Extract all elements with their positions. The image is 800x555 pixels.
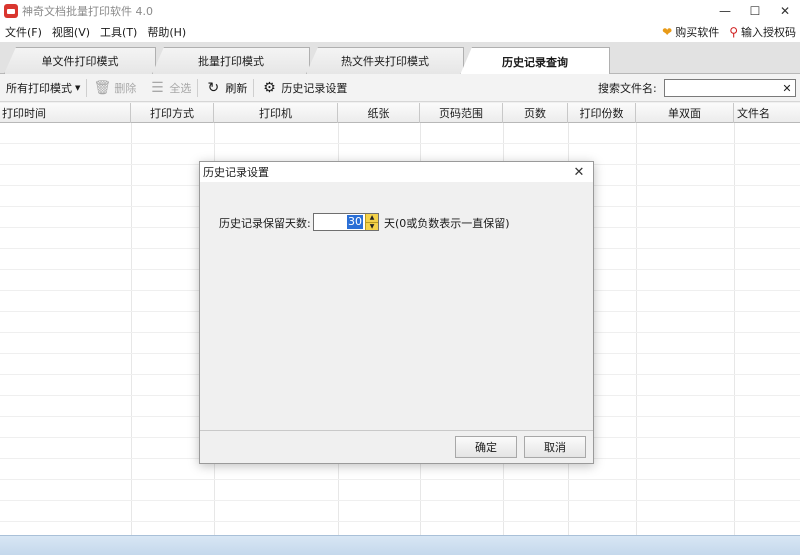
- menu-tools[interactable]: 工具(T): [95, 24, 142, 40]
- dialog-title-bar: 历史记录设置 ✕: [200, 162, 593, 182]
- gear-icon: ⚙: [263, 79, 276, 96]
- spinner-up-button[interactable]: ▲: [366, 214, 378, 223]
- tab-single-file[interactable]: 单文件打印模式: [4, 47, 156, 74]
- column-header-duplex[interactable]: 单双面: [636, 103, 734, 123]
- column-header-label: 打印份数: [579, 107, 624, 120]
- column-header-label: 页码范围: [439, 107, 483, 120]
- column-header-label: 页数: [524, 107, 546, 120]
- delete-label: 删除: [114, 81, 137, 95]
- history-settings-button[interactable]: ⚙ 历史记录设置: [254, 77, 353, 99]
- buy-software-link[interactable]: ❤ 购买软件: [662, 24, 719, 40]
- history-settings-label: 历史记录设置: [281, 81, 348, 95]
- checklist-icon: ☰: [151, 79, 164, 96]
- refresh-button[interactable]: ↻ 刷新: [198, 77, 253, 99]
- select-all-button[interactable]: ☰ 全选: [142, 77, 197, 99]
- close-window-button[interactable]: ✕: [770, 0, 800, 22]
- search-label: 搜索文件名:: [598, 82, 657, 95]
- mode-filter-dropdown[interactable]: 所有打印模式 ▼: [0, 77, 86, 99]
- grid-row-line: [0, 500, 800, 501]
- delete-file-icon: 🗑: [93, 79, 112, 96]
- heart-icon: ❤: [662, 25, 673, 39]
- chevron-down-icon: ▼: [369, 222, 375, 230]
- chevron-up-icon: ▲: [369, 214, 375, 222]
- tab-history[interactable]: 历史记录查询: [460, 47, 610, 75]
- close-icon: ✕: [573, 164, 585, 180]
- mode-tab-bar: 单文件打印模式 批量打印模式 热文件夹打印模式 历史记录查询: [0, 42, 800, 75]
- dialog-title: 历史记录设置: [203, 166, 269, 179]
- menu-file[interactable]: 文件(F): [0, 24, 47, 40]
- clear-search-button[interactable]: ✕: [780, 80, 794, 96]
- maximize-button[interactable]: ☐: [740, 0, 770, 22]
- tab-hot-folder[interactable]: 热文件夹打印模式: [306, 47, 464, 74]
- tab-label: 历史记录查询: [502, 55, 568, 69]
- menu-right-links: ❤ 购买软件 ⚲ 输入授权码: [662, 22, 796, 42]
- menu-help[interactable]: 帮助(H): [142, 24, 191, 40]
- dialog-footer-divider: [200, 430, 593, 431]
- refresh-icon: ↻: [207, 79, 220, 96]
- menu-view[interactable]: 视图(V): [47, 24, 95, 40]
- refresh-label: 刷新: [225, 81, 248, 95]
- column-header-print-method[interactable]: 打印方式: [131, 103, 214, 123]
- buy-software-label: 购买软件: [675, 26, 720, 39]
- close-icon: ✕: [779, 4, 791, 18]
- ok-button[interactable]: 确定: [455, 436, 517, 458]
- grid-row-line: [0, 143, 800, 144]
- grid-row-line: [0, 479, 800, 480]
- maximize-icon: ☐: [749, 4, 761, 18]
- minimize-button[interactable]: —: [710, 0, 740, 22]
- app-logo-icon: [4, 4, 18, 18]
- search-input[interactable]: [664, 79, 796, 97]
- column-header-label: 文件名: [737, 107, 770, 120]
- spinner-down-button[interactable]: ▼: [366, 223, 378, 231]
- close-icon: ✕: [782, 81, 792, 95]
- column-header-file-name[interactable]: 文件名: [734, 103, 800, 123]
- enter-license-link[interactable]: ⚲ 输入授权码: [729, 24, 796, 40]
- delete-button[interactable]: 🗑 删除: [87, 77, 142, 99]
- dialog-close-button[interactable]: ✕: [571, 163, 587, 181]
- status-bar: [0, 535, 800, 555]
- column-header-printer[interactable]: 打印机: [214, 103, 338, 123]
- minimize-icon: —: [719, 4, 731, 18]
- column-header-label: 打印机: [259, 107, 292, 120]
- retention-days-value[interactable]: 30: [347, 215, 363, 229]
- cancel-button[interactable]: 取消: [524, 436, 586, 458]
- column-header-copies[interactable]: 打印份数: [568, 103, 636, 123]
- column-header-page-range[interactable]: 页码范围: [420, 103, 503, 123]
- grid-row-line: [0, 521, 800, 522]
- key-icon: ⚲: [729, 25, 738, 39]
- column-header-paper[interactable]: 纸张: [338, 103, 420, 123]
- toolbar: 所有打印模式 ▼ 🗑 删除 ☰ 全选 ↻ 刷新 ⚙ 历史记录设置 搜索文件名: …: [0, 74, 800, 102]
- grid-header: 打印时间 打印方式 打印机 纸张 页码范围 页数 打印份数 单双面 文件名: [0, 103, 800, 123]
- column-header-label: 打印时间: [2, 107, 46, 120]
- retention-hint: 天(0或负数表示一直保留): [384, 217, 510, 230]
- enter-license-label: 输入授权码: [741, 26, 796, 39]
- column-header-label: 打印方式: [150, 107, 194, 120]
- spinner-arrows: ▲ ▼: [365, 214, 378, 230]
- select-all-label: 全选: [169, 81, 192, 95]
- menu-bar: 文件(F) 视图(V) 工具(T) 帮助(H) ❤ 购买软件 ⚲ 输入授权码: [0, 22, 800, 42]
- window-title: 神奇文档批量打印软件 4.0: [22, 5, 153, 18]
- tab-label: 热文件夹打印模式: [341, 55, 429, 68]
- tab-label: 批量打印模式: [198, 55, 264, 68]
- column-header-label: 单双面: [668, 107, 701, 120]
- mode-filter-label: 所有打印模式: [6, 81, 72, 95]
- retention-days-spinner[interactable]: 30 ▲ ▼: [313, 213, 379, 231]
- column-header-page-count[interactable]: 页数: [503, 103, 568, 123]
- title-bar: 神奇文档批量打印软件 4.0 — ☐ ✕: [0, 0, 800, 22]
- column-header-label: 纸张: [367, 107, 390, 120]
- tab-batch[interactable]: 批量打印模式: [152, 47, 310, 74]
- chevron-down-icon: ▼: [75, 83, 81, 92]
- retention-days-label: 历史记录保留天数:: [219, 217, 311, 230]
- tab-label: 单文件打印模式: [41, 55, 119, 68]
- column-header-print-time[interactable]: 打印时间: [0, 103, 131, 123]
- window-controls: — ☐ ✕: [710, 0, 800, 22]
- history-settings-dialog: 历史记录设置 ✕ 历史记录保留天数: 30 ▲ ▼ 天(0或负数表示一直保留) …: [199, 161, 594, 464]
